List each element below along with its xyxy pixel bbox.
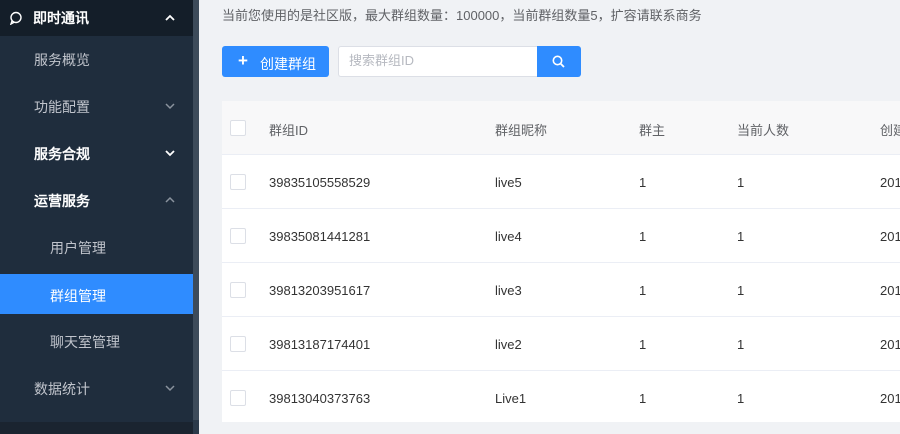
row-checkbox[interactable] bbox=[230, 174, 246, 190]
sidebar-item-feature-config[interactable]: 功能配置 bbox=[0, 83, 193, 129]
create-group-label: 创建群组 bbox=[260, 56, 316, 72]
table-row[interactable]: 39813203951617 live3 1 1 201 bbox=[222, 263, 900, 317]
cell-group-id: 39813040373763 bbox=[269, 391, 371, 406]
cell-group-nickname: live2 bbox=[495, 337, 522, 352]
cell-member-count: 1 bbox=[737, 229, 745, 244]
cell-owner: 1 bbox=[639, 391, 647, 406]
cell-owner: 1 bbox=[639, 337, 647, 352]
column-header-group-id: 群组ID bbox=[269, 123, 309, 138]
row-checkbox[interactable] bbox=[230, 390, 246, 406]
column-header-owner: 群主 bbox=[639, 123, 666, 138]
cell-group-nickname: live3 bbox=[495, 283, 522, 298]
sidebar-footer bbox=[0, 422, 193, 434]
cell-group-id: 39813187174401 bbox=[269, 337, 371, 352]
cell-created: 201 bbox=[880, 391, 900, 406]
groups-table: 群组ID 群组昵称 群主 当前人数 创建时间 39835105558529 li… bbox=[222, 101, 900, 422]
cell-group-nickname: Live1 bbox=[495, 391, 527, 406]
table-row[interactable]: 39835081441281 live4 1 1 201 bbox=[222, 209, 900, 263]
plus-icon: + bbox=[238, 51, 248, 70]
sidebar-item-label: 数据统计 bbox=[34, 381, 90, 397]
chevron-down-icon bbox=[165, 385, 175, 392]
cell-owner: 1 bbox=[639, 175, 647, 190]
search-box bbox=[338, 46, 537, 77]
chevron-up-icon bbox=[165, 14, 175, 21]
cell-created: 201 bbox=[880, 229, 900, 244]
sidebar-item-label: 聊天室管理 bbox=[50, 334, 120, 350]
sidebar-item-service-overview[interactable]: 服务概览 bbox=[0, 36, 193, 82]
cell-group-nickname: live4 bbox=[495, 229, 522, 244]
table-header: 群组ID 群组昵称 群主 当前人数 创建时间 bbox=[222, 101, 900, 155]
sidebar-section-im[interactable]: 即时通讯 bbox=[0, 0, 193, 36]
cell-member-count: 1 bbox=[737, 337, 745, 352]
row-checkbox[interactable] bbox=[230, 228, 246, 244]
sidebar-section-label: 即时通讯 bbox=[33, 10, 89, 26]
sidebar-item-label: 服务合规 bbox=[34, 146, 90, 162]
sidebar-item-data-statistics[interactable]: 数据统计 bbox=[0, 365, 193, 411]
cell-created: 201 bbox=[880, 337, 900, 352]
chevron-down-icon bbox=[165, 103, 175, 110]
sidebar-item-label: 服务概览 bbox=[34, 52, 90, 68]
cell-member-count: 1 bbox=[737, 175, 745, 190]
cell-group-id: 39835081441281 bbox=[269, 229, 371, 244]
cell-owner: 1 bbox=[639, 229, 647, 244]
row-checkbox[interactable] bbox=[230, 282, 246, 298]
table-row[interactable]: 39835105558529 live5 1 1 201 bbox=[222, 155, 900, 209]
chevron-up-icon bbox=[165, 196, 175, 203]
sidebar: 即时通讯 服务概览 功能配置 服务合规 运营服务 用户管理 群组管理 聊天室管理… bbox=[0, 0, 199, 434]
cell-group-id: 39813203951617 bbox=[269, 283, 371, 298]
column-header-created-clip: 创建时间 bbox=[880, 120, 900, 139]
sidebar-item-operations[interactable]: 运营服务 bbox=[0, 177, 193, 223]
sidebar-item-compliance[interactable]: 服务合规 bbox=[0, 130, 193, 176]
search-icon bbox=[552, 55, 565, 68]
sidebar-item-label: 运营服务 bbox=[34, 193, 90, 209]
search-button[interactable] bbox=[537, 46, 581, 77]
search-input[interactable] bbox=[339, 47, 529, 74]
sidebar-item-group-management[interactable]: 群组管理 bbox=[0, 274, 193, 314]
cell-member-count: 1 bbox=[737, 391, 745, 406]
table-row[interactable]: 39813040373763 Live1 1 1 201 bbox=[222, 371, 900, 424]
row-checkbox[interactable] bbox=[230, 336, 246, 352]
cell-created: 201 bbox=[880, 175, 900, 190]
sidebar-item-label: 用户管理 bbox=[50, 240, 106, 256]
column-header-member-count: 当前人数 bbox=[737, 123, 790, 138]
cell-owner: 1 bbox=[639, 283, 647, 298]
sidebar-item-user-management[interactable]: 用户管理 bbox=[0, 224, 193, 270]
cell-group-nickname: live5 bbox=[495, 175, 522, 190]
cell-created: 201 bbox=[880, 283, 900, 298]
chevron-down-icon bbox=[165, 150, 175, 157]
sidebar-item-label: 群组管理 bbox=[50, 288, 106, 304]
cell-group-id: 39835105558529 bbox=[269, 175, 371, 190]
chat-icon bbox=[9, 11, 22, 25]
column-header-created: 创建时间 bbox=[880, 123, 900, 138]
sidebar-item-chatroom-management[interactable]: 聊天室管理 bbox=[0, 318, 193, 364]
select-all-checkbox[interactable] bbox=[230, 120, 246, 136]
table-row[interactable]: 39813187174401 live2 1 1 201 bbox=[222, 317, 900, 371]
cell-member-count: 1 bbox=[737, 283, 745, 298]
column-header-group-nickname: 群组昵称 bbox=[495, 123, 548, 138]
sidebar-item-label: 功能配置 bbox=[34, 99, 90, 115]
quota-notice: 当前您使用的是社区版，最大群组数量：100000，当前群组数量5，扩容请联系商务 bbox=[222, 8, 702, 23]
main-content: 当前您使用的是社区版，最大群组数量：100000，当前群组数量5，扩容请联系商务… bbox=[199, 0, 900, 434]
create-group-button[interactable]: + 创建群组 bbox=[222, 46, 329, 77]
